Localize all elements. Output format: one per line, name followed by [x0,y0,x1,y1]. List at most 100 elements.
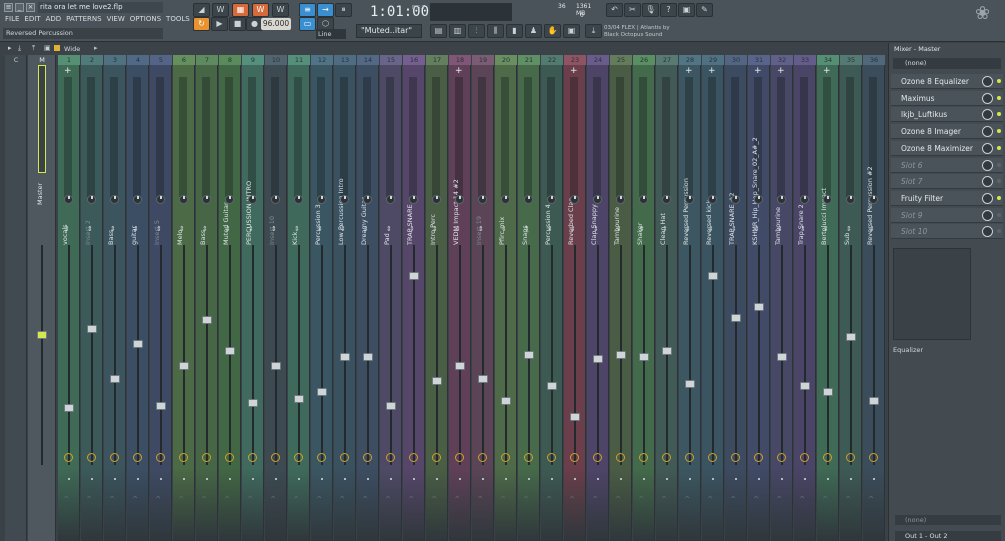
mixer-channel[interactable]: 1 + vocals ⇕ ⌃ [58,55,80,541]
stereo-separation-icon[interactable]: ⇕ [363,225,369,233]
stereo-separation-icon[interactable]: ⇕ [547,225,553,233]
mixer-channel[interactable]: 13 Low Percussion Intro ⇕ ⌃ [334,55,356,541]
pan-knob[interactable] [662,195,671,204]
slot-enable-led[interactable] [997,79,1001,83]
mixer-channel[interactable]: 24 Clap Snappy ⇕ ⌃ [587,55,609,541]
route-knob[interactable] [547,453,556,462]
stereo-separation-icon[interactable]: ⇕ [662,225,668,233]
pan-knob[interactable] [432,195,441,204]
stereo-separation-icon[interactable]: ⇕ [317,225,323,233]
volume-fader[interactable] [386,401,396,410]
mixer-channel[interactable]: 6 Melo ⇕ ⌃ [173,55,195,541]
volume-fader[interactable] [662,346,672,355]
mixer-channel[interactable]: 2 Insert 2 ⇕ ⌃ [81,55,103,541]
menu-file[interactable]: FILE [5,14,19,25]
slot-enable-led[interactable] [997,179,1001,184]
route-knob[interactable] [754,453,763,462]
slot-enable-led[interactable] [997,212,1001,217]
mixer-channel[interactable]: 28 + Reversed Percussion ⇕ ⌃ [679,55,701,541]
mixer-channel[interactable]: 27 Clean Hat ⇕ ⌃ [656,55,678,541]
pan-knob[interactable] [823,195,832,204]
pan-knob[interactable] [708,195,717,204]
route-knob[interactable] [340,453,349,462]
add-insert-icon[interactable]: + [823,67,831,76]
stereo-separation-icon[interactable]: ⇕ [754,225,760,233]
pan-knob[interactable] [110,195,119,204]
route-knob[interactable] [708,453,717,462]
stereo-separation-icon[interactable]: ⇕ [432,225,438,233]
add-insert-icon[interactable]: + [708,67,716,76]
stereo-separation-icon[interactable]: ⇕ [616,225,622,233]
mixer-channel[interactable]: 16 TRAP SNARE ⇕ ⌃ [403,55,425,541]
send-arrow-icon[interactable]: ⌃ [384,495,392,506]
mixer-channel[interactable]: 12 Percussion 3 ⇕ ⌃ [311,55,333,541]
pan-knob[interactable] [501,195,510,204]
volume-fader[interactable] [800,381,810,390]
menu-edit[interactable]: EDIT [24,14,40,25]
mixer-channel[interactable]: 14 Dreamy Guitar ⇕ ⌃ [357,55,379,541]
pan-knob[interactable] [455,195,464,204]
send-arrow-icon[interactable]: ⌃ [407,495,415,506]
pan-knob[interactable] [869,195,878,204]
mixer-color-icon[interactable] [54,45,60,51]
send-arrow-icon[interactable]: ⌃ [131,495,139,506]
browser-icon[interactable]: ▮ [506,24,523,38]
mixer-channel[interactable]: 5 Insert 5 ⇕ ⌃ [150,55,172,541]
send-arrow-icon[interactable]: ⌃ [476,495,484,506]
slot-mix-knob[interactable] [982,76,993,87]
mixer-menu-arrow-icon[interactable]: ▸ [8,44,12,52]
mixer-channel[interactable]: 17 Intro Perc ⇕ ⌃ [426,55,448,541]
pan-knob[interactable] [340,195,349,204]
mixer-channel[interactable]: 22 Percussion 4 ⇕ ⌃ [541,55,563,541]
cut-icon[interactable]: ✂ [624,3,641,17]
pan-knob[interactable] [409,195,418,204]
mixer-channel[interactable]: 31 + KSHMR_Hip_Hop_Snare_02_A#_2 ⇕ ⌃ [748,55,770,541]
send-arrow-icon[interactable]: ⌃ [361,495,369,506]
send-arrow-icon[interactable]: ⌃ [821,495,829,506]
pan-knob[interactable] [294,195,303,204]
pattern-select[interactable]: "Muted..itar" [356,24,422,38]
mixer-channel[interactable]: 19 Insert 19 ⇕ ⌃ [472,55,494,541]
stereo-separation-icon[interactable]: ⇕ [248,225,254,233]
send-arrow-icon[interactable]: ⌃ [154,495,162,506]
snap-select[interactable]: Line [316,29,346,39]
send-arrow-icon[interactable]: ⌃ [269,495,277,506]
volume-fader[interactable] [317,388,327,397]
pan-knob[interactable] [846,195,855,204]
route-knob[interactable] [823,453,832,462]
menu-add[interactable]: ADD [46,14,62,25]
mixer-channel[interactable]: 30 TRAP SNARE #2 ⇕ ⌃ [725,55,747,541]
volume-fader[interactable] [248,399,258,408]
send-arrow-icon[interactable]: ⌃ [292,495,300,506]
channel-rack-icon[interactable]: ⫶ [468,24,485,38]
download-icon[interactable]: ⤓ [585,24,602,38]
volume-fader[interactable] [64,403,74,412]
send-arrow-icon[interactable]: ⌃ [637,495,645,506]
stereo-separation-icon[interactable]: ⇕ [225,225,231,233]
volume-fader[interactable] [340,353,350,362]
route-knob[interactable] [363,453,372,462]
mixer-channel[interactable]: 8 Muted Guitar ⇕ ⌃ [219,55,241,541]
pan-knob[interactable] [478,195,487,204]
undo-icon[interactable]: ↶ [606,3,623,17]
send-arrow-icon[interactable]: ⌃ [775,495,783,506]
send-arrow-icon[interactable]: ⌃ [522,495,530,506]
pan-knob[interactable] [777,195,786,204]
save-icon[interactable]: ▣ [678,3,695,17]
slot-mix-knob[interactable] [982,109,993,121]
send-arrow-icon[interactable]: ⌃ [315,495,323,506]
pan-knob[interactable] [271,195,280,204]
route-knob[interactable] [409,453,418,462]
volume-fader[interactable] [432,377,442,386]
pan-knob[interactable] [570,195,579,204]
slot-mix-knob[interactable] [982,176,993,188]
send-arrow-icon[interactable]: ⌃ [177,495,185,506]
route-knob[interactable] [455,453,464,462]
mixer-view-icon[interactable]: ▣ [44,44,51,52]
mixer-channel[interactable]: 21 Snaps ⇕ ⌃ [518,55,540,541]
pan-knob[interactable] [547,195,556,204]
stereo-separation-icon[interactable]: ⇕ [869,225,875,233]
effect-slot[interactable]: lkjb_Luftikus [891,107,1003,123]
stereo-separation-icon[interactable]: ⇕ [455,225,461,233]
send-arrow-icon[interactable]: ⌃ [338,495,346,506]
